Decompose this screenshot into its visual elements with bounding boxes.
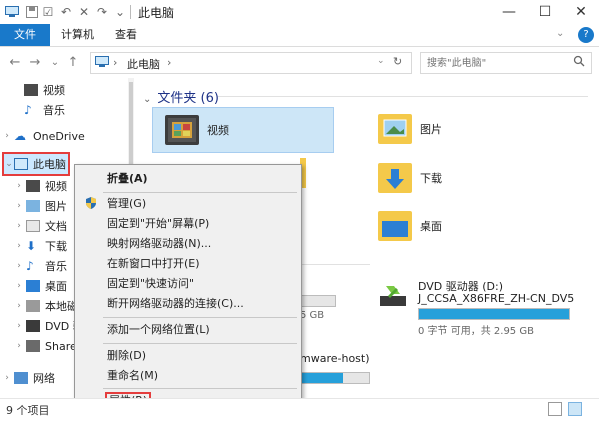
video-icon (26, 180, 40, 192)
menu-item-disconnect-drive[interactable]: 断开网络驱动器的连接(C)... (77, 294, 299, 314)
downloads-folder-icon (378, 163, 412, 193)
address-bar[interactable]: › 此电脑 › ⌄ ↻ (90, 52, 412, 74)
desktop-folder-icon (378, 211, 412, 241)
menu-item-manage[interactable]: 管理(G) (77, 194, 299, 214)
video-icon (24, 84, 38, 96)
nav-item-this-pc[interactable]: ⌄ 此电脑 (2, 152, 70, 176)
dvd-capacity-bar (418, 308, 570, 320)
up-button[interactable]: ↑ (64, 53, 82, 71)
folder-video[interactable]: 视频 (152, 107, 334, 153)
close-button[interactable]: ✕ (563, 0, 599, 24)
chevron-down-icon: ⌄ (143, 94, 152, 105)
pin-icon[interactable]: ⌄ (112, 4, 128, 20)
music-icon: ♪ (26, 259, 34, 273)
download-icon: ⬇ (26, 239, 37, 253)
details-view-icon[interactable] (548, 402, 562, 416)
minimize-button[interactable]: — (491, 0, 527, 24)
title-bar: ☑ ↶ ✕ ↷ ⌄ 此电脑 — ☐ ✕ (0, 0, 599, 25)
menu-item-pin-start[interactable]: 固定到"开始"屏幕(P) (77, 214, 299, 234)
menu-item-pin-quick-access[interactable]: 固定到"快速访问" (77, 274, 299, 294)
music-icon: ♪ (24, 103, 32, 117)
address-segment[interactable]: 此电脑 (127, 56, 160, 72)
cloud-icon: ☁ (14, 129, 26, 143)
status-bar (0, 398, 599, 421)
tab-computer[interactable]: 计算机 (50, 24, 105, 46)
nav-item-onedrive[interactable]: › ☁ OneDrive (0, 126, 128, 146)
ribbon-tabs: 文件 计算机 查看 ⌄ ? (0, 24, 599, 47)
menu-separator (103, 192, 297, 193)
address-separator: › (113, 56, 118, 69)
menu-separator (103, 388, 297, 389)
help-button[interactable]: ? (578, 27, 594, 43)
nav-item-music[interactable]: ♪ 音乐 (0, 100, 128, 120)
menu-separator (103, 343, 297, 344)
dvd-icon (26, 320, 40, 332)
item-count: 9 个项目 (6, 404, 50, 417)
address-separator: › (167, 56, 172, 69)
menu-item-open-new-window[interactable]: 在新窗口中打开(E) (77, 254, 299, 274)
refresh-icon[interactable]: ↻ (393, 55, 402, 68)
dvd-volume-label: J_CCSA_X86FRE_ZH-CN_DV5 (418, 292, 575, 305)
redo-icon[interactable]: ↷ (94, 4, 110, 20)
network-icon (14, 372, 28, 384)
menu-separator (103, 317, 297, 318)
nav-item-video[interactable]: 视频 (0, 80, 128, 100)
menu-item-delete[interactable]: 删除(D) (77, 346, 299, 366)
pictures-folder-icon (378, 114, 412, 144)
drive-c-free-text: 5 GB (300, 310, 325, 321)
computer-icon (95, 56, 109, 71)
maximize-button[interactable]: ☐ (527, 0, 563, 24)
back-button[interactable]: ← (6, 53, 24, 71)
folder-downloads[interactable]: 下载 (378, 158, 442, 198)
delete-icon[interactable]: ✕ (76, 4, 92, 20)
forward-button[interactable]: → (26, 53, 44, 71)
folder-desktop[interactable]: 桌面 (378, 206, 442, 246)
menu-item-add-network-location[interactable]: 添加一个网络位置(L) (77, 320, 299, 340)
menu-item-collapse[interactable]: 折叠(A) (77, 169, 299, 189)
document-icon (26, 220, 40, 232)
chevron-down-icon[interactable]: ⌄ (377, 56, 385, 66)
folder-pictures[interactable]: 图片 (378, 109, 442, 149)
dvd-drive-icon (378, 282, 408, 313)
undo-icon[interactable]: ↶ (58, 4, 74, 20)
folders-section-header[interactable]: ⌄ 文件夹 (6) (143, 87, 219, 106)
dvd-space-text: 0 字节 可用，共 2.95 GB (418, 326, 534, 337)
checkbox-icon[interactable]: ☑ (40, 4, 56, 20)
computer-icon (14, 158, 28, 170)
tab-view[interactable]: 查看 (105, 24, 147, 46)
tiles-view-icon[interactable] (568, 402, 582, 416)
video-folder-icon (165, 115, 199, 145)
ribbon-expand-icon[interactable]: ⌄ (556, 28, 570, 42)
network-drive-icon (26, 340, 40, 352)
search-icon (573, 55, 585, 70)
drive-c-capacity-bar (300, 295, 336, 307)
shared-capacity-bar (300, 372, 370, 384)
desktop-icon (26, 280, 40, 292)
recent-locations-button[interactable]: ⌄ (46, 53, 64, 71)
title-divider (130, 5, 131, 19)
menu-item-map-drive[interactable]: 映射网络驱动器(N)... (77, 234, 299, 254)
context-menu: 折叠(A) 管理(G) 固定到"开始"屏幕(P) 映射网络驱动器(N)... 在… (74, 164, 302, 416)
menu-item-rename[interactable]: 重命名(M) (77, 366, 299, 386)
pictures-icon (26, 200, 40, 212)
search-input[interactable] (425, 55, 569, 71)
section-divider (300, 264, 370, 265)
tab-file[interactable]: 文件 (0, 24, 50, 46)
computer-icon (4, 4, 20, 20)
search-box[interactable] (420, 52, 592, 74)
drive-icon (26, 300, 40, 312)
save-icon[interactable] (24, 4, 40, 20)
window-title: 此电脑 (138, 6, 175, 20)
section-divider (218, 96, 588, 97)
shared-drive-label: mware-host) (300, 352, 370, 365)
